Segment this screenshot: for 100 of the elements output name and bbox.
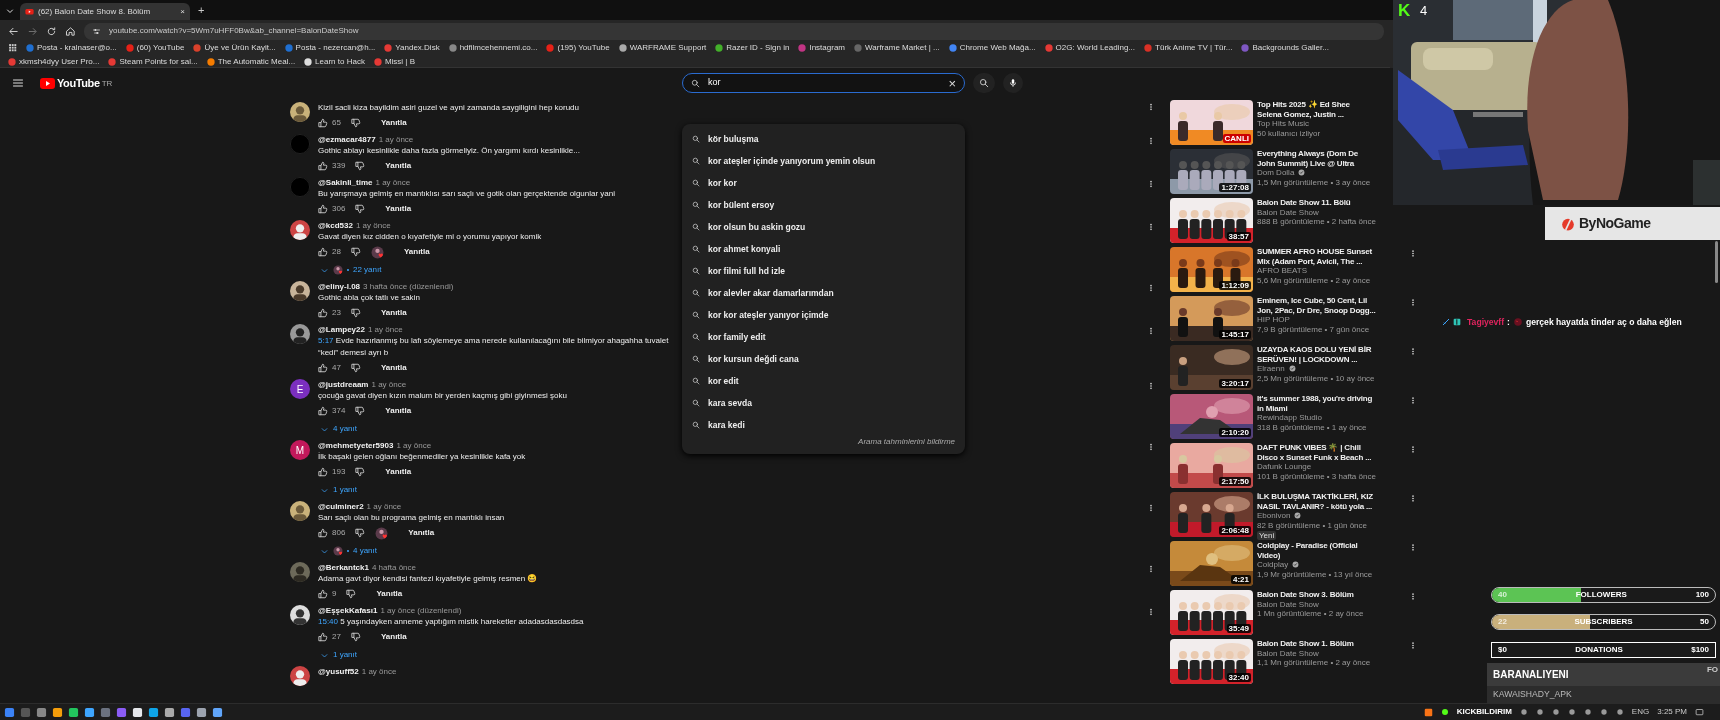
- clear-button[interactable]: ×: [948, 76, 956, 90]
- more-icon[interactable]: [1147, 607, 1155, 617]
- like-icon[interactable]: [318, 204, 328, 214]
- channel-name[interactable]: Dafunk Lounge: [1257, 462, 1312, 472]
- more-icon[interactable]: [1409, 346, 1417, 357]
- replies-link[interactable]: 22 yanıt: [353, 264, 382, 276]
- more-icon[interactable]: [1147, 503, 1155, 513]
- taskbar-icon[interactable]: [84, 706, 95, 718]
- comment-author[interactable]: @Lampey22: [318, 325, 365, 334]
- video-thumbnail[interactable]: CANLI: [1170, 100, 1253, 145]
- comment-time[interactable]: 3 hafta önce (düzenlendi): [363, 282, 454, 291]
- comment-author[interactable]: @eliny-l.08: [318, 282, 361, 291]
- comment-time[interactable]: 1 ay önce: [366, 502, 402, 511]
- report-link[interactable]: Arama tahminlerini bildirme: [858, 436, 955, 448]
- timestamp-link[interactable]: 15:40: [318, 617, 339, 626]
- clock[interactable]: 3:25 PM: [1657, 706, 1687, 718]
- like-icon[interactable]: [318, 247, 328, 257]
- bookmark[interactable]: Steam Points for sal...: [108, 55, 198, 68]
- reload-icon[interactable]: [46, 25, 57, 37]
- comment-author[interactable]: @mehmetyeter5903: [318, 441, 394, 450]
- suggestion-item[interactable]: kor family edit: [682, 326, 965, 348]
- taskbar-icon[interactable]: [68, 706, 79, 718]
- suggestion-item[interactable]: kor filmi full hd izle: [682, 260, 965, 282]
- home-icon[interactable]: [65, 25, 76, 37]
- video-title[interactable]: Mix (Adam Port, Avicii, The ...: [1257, 256, 1363, 267]
- video-thumbnail[interactable]: 2:17:50: [1170, 443, 1253, 488]
- dislike-icon[interactable]: [355, 204, 366, 214]
- bookmark[interactable]: Yandex.Disk: [384, 41, 440, 54]
- video-thumbnail[interactable]: 1:45:17: [1170, 296, 1253, 341]
- video-thumbnail[interactable]: 2:06:48: [1170, 492, 1253, 537]
- bookmark[interactable]: O2G: World Leading...: [1044, 41, 1136, 54]
- bookmark[interactable]: Backgrounds Galler...: [1241, 41, 1329, 54]
- taskbar-icon[interactable]: [132, 706, 143, 718]
- replies-link[interactable]: 1 yanıt: [333, 484, 357, 496]
- more-icon[interactable]: [1409, 395, 1417, 406]
- comment-author[interactable]: @culminer2: [318, 502, 364, 511]
- reply-button[interactable]: Yanıtla: [376, 117, 411, 129]
- bookmark[interactable]: Missi | B: [373, 55, 415, 68]
- more-icon[interactable]: [1147, 179, 1155, 189]
- comment-author[interactable]: @Sakinli_time: [318, 178, 373, 187]
- more-icon[interactable]: [1147, 102, 1155, 112]
- video-title[interactable]: İLK BULUŞMA TAKTİKLERİ, KIZ: [1257, 492, 1373, 502]
- chat-username[interactable]: Tagiyevff: [1467, 316, 1505, 329]
- channel-name[interactable]: Ebonivon: [1257, 511, 1291, 521]
- dislike-icon[interactable]: [350, 363, 361, 373]
- more-icon[interactable]: [1147, 442, 1155, 452]
- dislike-icon[interactable]: [346, 589, 357, 599]
- replies-link[interactable]: 4 yanıt: [353, 545, 377, 557]
- video-title[interactable]: Balon Date Show 11. Bölü: [1257, 198, 1351, 208]
- channel-name[interactable]: Top Hits Music: [1257, 119, 1309, 129]
- reply-button[interactable]: Yanıtla: [381, 203, 416, 215]
- suggestion-item[interactable]: kor kursun değdi cana: [682, 348, 965, 370]
- like-icon[interactable]: [318, 406, 328, 416]
- more-icon[interactable]: [1409, 493, 1417, 504]
- comment-author[interactable]: @justdreaam: [318, 380, 369, 389]
- channel-name[interactable]: HIP HOP: [1257, 315, 1290, 325]
- more-icon[interactable]: [1147, 381, 1155, 391]
- microphone-button[interactable]: [1003, 73, 1023, 93]
- taskbar-icon[interactable]: [52, 706, 63, 718]
- reply-button[interactable]: Yanıtla: [381, 405, 416, 417]
- forward-icon[interactable]: [27, 25, 38, 37]
- dislike-icon[interactable]: [350, 118, 361, 128]
- bookmark[interactable]: Türk Anime TV | Tür...: [1144, 41, 1233, 54]
- bookmark[interactable]: Üye ve Ürün Kayit...: [193, 41, 276, 54]
- channel-name[interactable]: Balon Date Show: [1257, 207, 1319, 218]
- video-title[interactable]: Coldplay - Paradise (Official: [1257, 541, 1358, 551]
- bookmark[interactable]: Posta - kralnaser@o...: [26, 41, 117, 54]
- bookmark[interactable]: The Automatic Meal...: [206, 55, 296, 68]
- reply-button[interactable]: Yanıtla: [381, 466, 416, 478]
- reply-button[interactable]: Yanıtla: [376, 307, 411, 319]
- comment-time[interactable]: 1 ay önce: [375, 178, 411, 187]
- bookmark[interactable]: (195) YouTube: [546, 41, 610, 54]
- bookmark[interactable]: Posta - nezercan@h...: [284, 41, 376, 54]
- more-icon[interactable]: [1147, 326, 1155, 336]
- comment-author[interactable]: @EşşekKafası1: [318, 606, 378, 615]
- comment-time[interactable]: 1 ay önce: [355, 221, 391, 230]
- video-thumbnail[interactable]: 32:40: [1170, 639, 1253, 684]
- new-tab-button[interactable]: +: [198, 2, 205, 19]
- channel-name[interactable]: Dom Dolla: [1257, 168, 1295, 178]
- taskbar-icon[interactable]: [148, 706, 159, 718]
- dislike-icon[interactable]: [350, 308, 361, 318]
- dislike-icon[interactable]: [350, 247, 361, 257]
- more-icon[interactable]: [1147, 222, 1155, 232]
- suggestion-item[interactable]: kor kor: [682, 172, 965, 194]
- close-button[interactable]: ×: [180, 5, 185, 18]
- bookmark[interactable]: Chrome Web Mağa...: [948, 41, 1036, 54]
- like-icon[interactable]: [318, 118, 328, 128]
- suggestion-item[interactable]: kor alevler akar damarlarımdan: [682, 282, 965, 304]
- video-title[interactable]: in Miami: [1257, 403, 1288, 414]
- comment-time[interactable]: 1 ay önce: [371, 380, 407, 389]
- suggestion-item[interactable]: kara sevda: [682, 392, 965, 414]
- bookmark[interactable]: Razer ID - Sign in: [715, 41, 790, 54]
- bookmark[interactable]: Learn to Hack: [304, 55, 365, 68]
- video-thumbnail[interactable]: 4:21: [1170, 541, 1253, 586]
- video-title[interactable]: It's summer 1988, you're driving: [1257, 394, 1373, 404]
- bookmark[interactable]: xkmsh4dyy User Pro...: [8, 55, 100, 68]
- channel-name[interactable]: Balon Date Show: [1257, 599, 1319, 610]
- back-icon[interactable]: [8, 25, 19, 37]
- like-icon[interactable]: [318, 467, 328, 477]
- video-thumbnail[interactable]: 35:49: [1170, 590, 1253, 635]
